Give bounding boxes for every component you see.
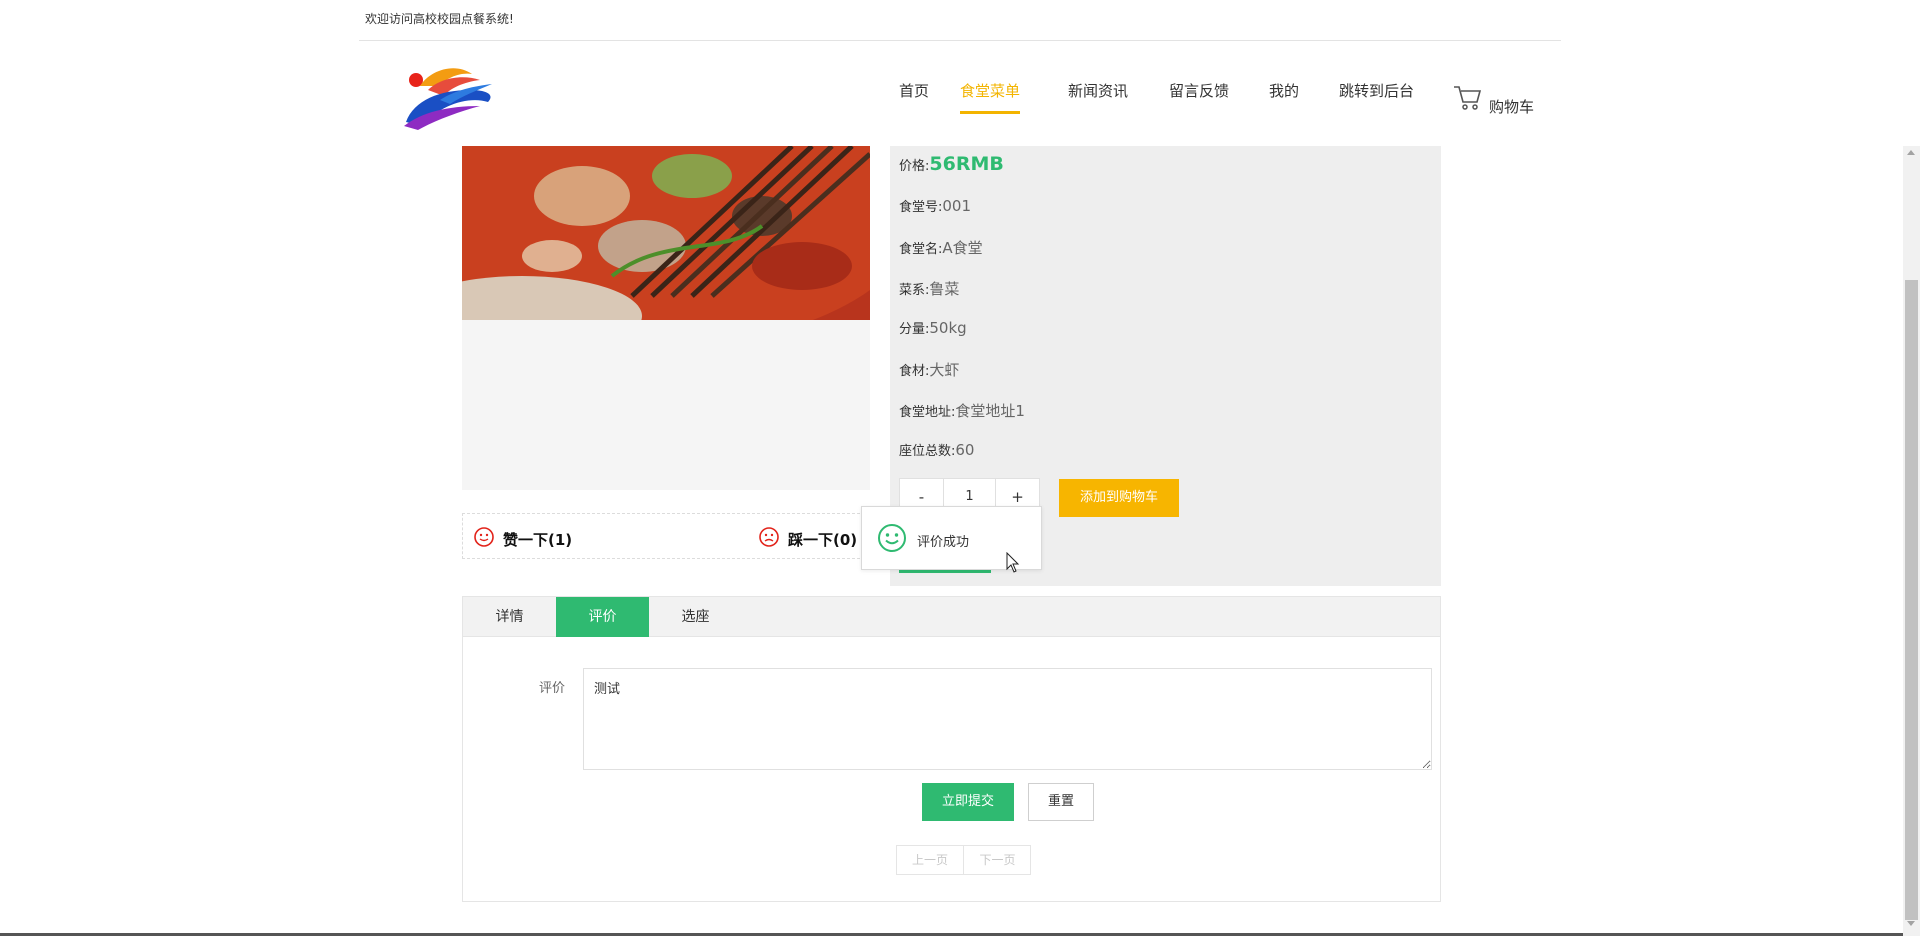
ingredient-row: 食材:大虾 bbox=[899, 359, 959, 380]
product-image-area bbox=[462, 146, 870, 490]
nav-home[interactable]: 首页 bbox=[899, 80, 929, 111]
seats-row: 座位总数:60 bbox=[899, 440, 974, 459]
scrollbar-thumb[interactable] bbox=[1905, 280, 1918, 920]
dislike-label: 踩一下(0) bbox=[788, 531, 858, 549]
next-page-button[interactable]: 下一页 bbox=[964, 846, 1031, 874]
pagination: 上一页 下一页 bbox=[896, 845, 1031, 875]
review-textarea[interactable]: 测试 bbox=[583, 668, 1432, 770]
price-value: 56RMB bbox=[929, 153, 1004, 175]
smile-icon bbox=[878, 524, 906, 552]
nav-mine[interactable]: 我的 bbox=[1269, 80, 1299, 111]
seats-label: 座位总数: bbox=[899, 444, 956, 459]
address-row: 食堂地址:食堂地址1 bbox=[899, 400, 1025, 421]
site-logo[interactable] bbox=[400, 60, 495, 132]
nav-feedback[interactable]: 留言反馈 bbox=[1169, 80, 1229, 111]
price-row: 价格:56RMB bbox=[899, 153, 1004, 175]
product-image bbox=[462, 146, 870, 320]
reset-button[interactable]: 重置 bbox=[1028, 783, 1094, 821]
canteen-no-value: 001 bbox=[942, 197, 972, 215]
portion-row: 分量:50kg bbox=[899, 318, 967, 337]
tab-reviews[interactable]: 评价 bbox=[556, 597, 649, 637]
nav-admin[interactable]: 跳转到后台 bbox=[1339, 80, 1414, 111]
scroll-up-icon[interactable] bbox=[1907, 150, 1915, 155]
canteen-name-value: A食堂 bbox=[942, 239, 983, 257]
canteen-name-label: 食堂名: bbox=[899, 242, 943, 257]
ingredient-value: 大虾 bbox=[929, 361, 960, 379]
address-label: 食堂地址: bbox=[899, 405, 956, 420]
cuisine-row: 菜系:鲁菜 bbox=[899, 278, 959, 299]
cuisine-value: 鲁菜 bbox=[929, 280, 960, 298]
tabs-panel: 详情 评价 选座 评价 测试 立即提交 重置 上一页 下一页 bbox=[462, 596, 1441, 902]
prev-page-button[interactable]: 上一页 bbox=[897, 846, 964, 874]
submit-button[interactable]: 立即提交 bbox=[922, 783, 1014, 821]
tab-seat-selection[interactable]: 选座 bbox=[649, 597, 742, 637]
ingredient-label: 食材: bbox=[899, 364, 930, 379]
page: 欢迎访问高校校园点餐系统! 首页 食堂菜单 新闻资讯 留言反馈 我的 跳转到后台… bbox=[0, 0, 1920, 936]
vote-bar: 赞一下(1) 踩一下(0) bbox=[462, 513, 870, 559]
sad-face-icon bbox=[759, 527, 779, 547]
portion-value: 50kg bbox=[929, 319, 967, 337]
portion-label: 分量: bbox=[899, 322, 930, 337]
add-to-cart-button[interactable]: 添加到购物车 bbox=[1059, 479, 1179, 517]
address-value: 食堂地址1 bbox=[955, 402, 1025, 420]
cuisine-label: 菜系: bbox=[899, 283, 930, 298]
cart-icon bbox=[1454, 86, 1482, 110]
seats-value: 60 bbox=[955, 441, 975, 459]
tab-details[interactable]: 详情 bbox=[463, 597, 556, 637]
like-label: 赞一下(1) bbox=[503, 531, 573, 549]
welcome-bar: 欢迎访问高校校园点餐系统! bbox=[359, 0, 1561, 41]
canteen-name-row: 食堂名:A食堂 bbox=[899, 237, 983, 258]
cart-label: 购物车 bbox=[1489, 98, 1535, 116]
scroll-down-icon[interactable] bbox=[1907, 921, 1915, 926]
page-scrollbar[interactable] bbox=[1903, 146, 1920, 936]
mouse-cursor-icon bbox=[1006, 552, 1020, 573]
smile-icon bbox=[474, 527, 494, 547]
review-label: 评价 bbox=[539, 681, 566, 696]
toast-message: 评价成功 bbox=[917, 535, 970, 550]
welcome-text: 欢迎访问高校校园点餐系统! bbox=[365, 12, 514, 26]
price-label: 价格: bbox=[899, 159, 930, 174]
canteen-no-row: 食堂号:001 bbox=[899, 196, 971, 215]
canteen-no-label: 食堂号: bbox=[899, 200, 943, 215]
tab-bar: 详情 评价 选座 bbox=[463, 597, 1440, 637]
nav-canteen-menu[interactable]: 食堂菜单 bbox=[960, 80, 1021, 114]
nav-news[interactable]: 新闻资讯 bbox=[1068, 80, 1128, 111]
